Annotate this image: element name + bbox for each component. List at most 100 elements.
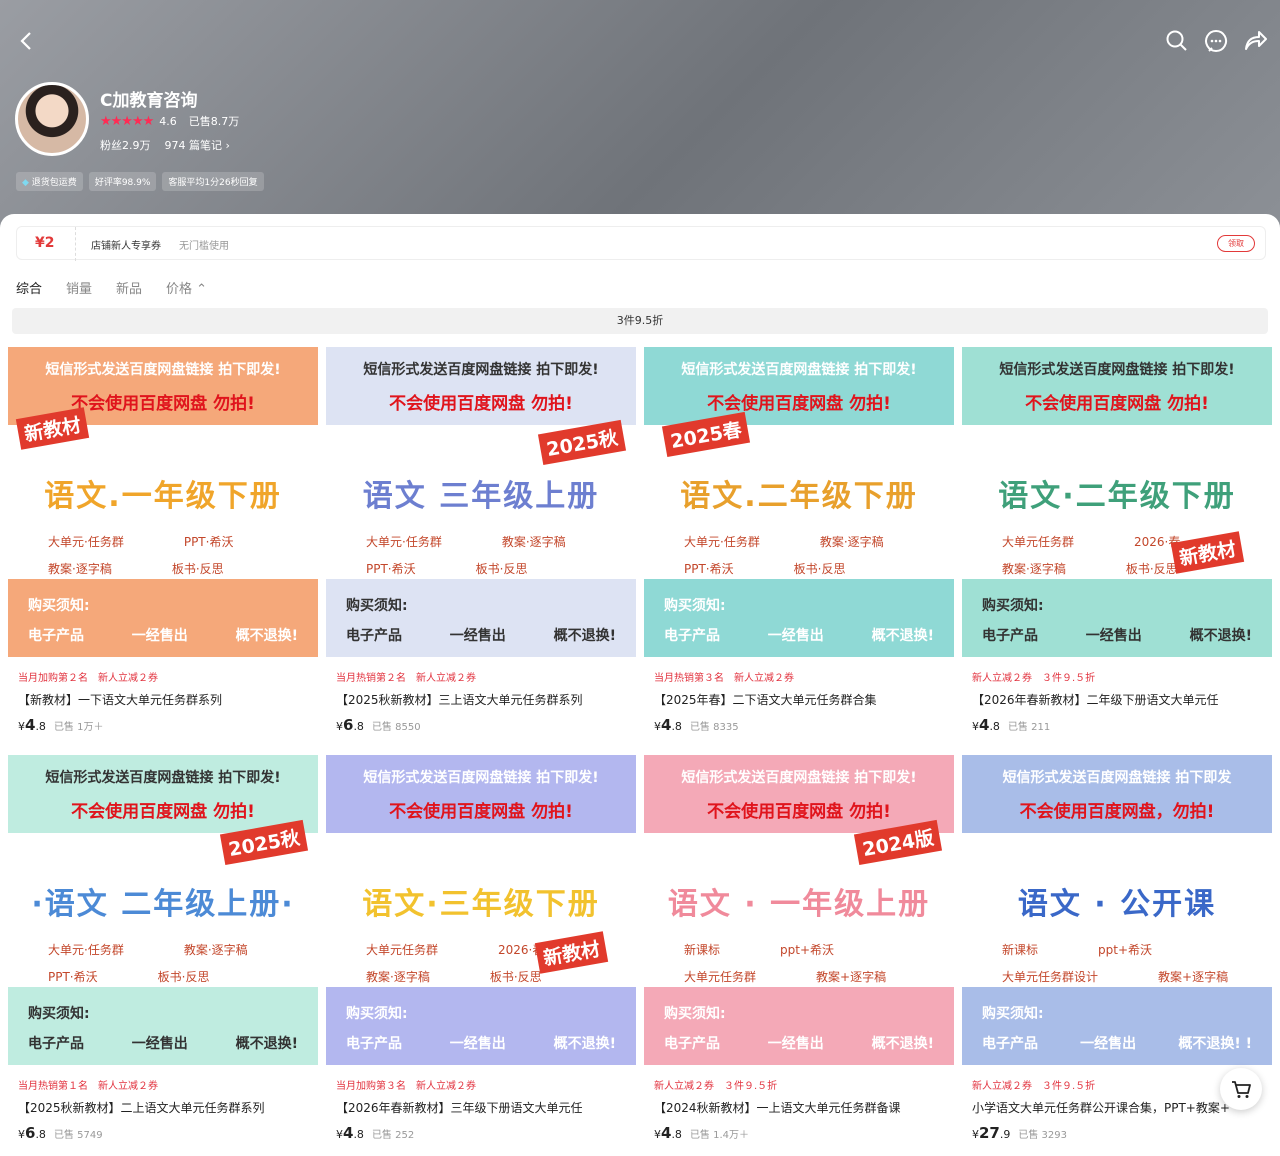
banner-feature: PPT·希沃 [183, 535, 234, 549]
product-sold: 已售 8335 [689, 722, 739, 733]
banner-features: 大单元·任务群 教案·逐字稿 PPT·希沃 板书·反思 [684, 533, 924, 577]
sort-tab-default[interactable]: 综合 [16, 278, 42, 297]
banner-feature: 教案·逐字稿 [183, 943, 248, 957]
product-title[interactable]: 【新教材】一下语文大单元任务群系列 [18, 691, 313, 708]
product-image[interactable]: 短信形式发送百度网盘链接 拍下即发! 不会使用百度网盘 勿拍! 语文.二年级下册… [644, 347, 954, 657]
banner-features: 大单元·任务群 教案·逐字稿 PPT·希沃 板书·反思 [48, 941, 288, 985]
notice-item: 一经售出 [767, 628, 824, 644]
banner-line-2: 不会使用百度网盘 勿拍! [389, 802, 573, 822]
banner-main-title: 语文 · 一年级上册 [667, 887, 931, 922]
banner-feature: 大单元任务群设计 [1002, 970, 1099, 984]
product-badge: 新人立减２券 [734, 673, 794, 684]
shop-name[interactable]: C加教育咨询 [100, 86, 197, 111]
banner-feature: 板书·反思 [489, 970, 542, 984]
banner-feature: 教案+逐字稿 [816, 970, 887, 984]
notice-item: 概不退换! [235, 1036, 298, 1052]
product-badge: 新人立减２券 [654, 1081, 714, 1092]
notice-title: 购买须知: [346, 1006, 408, 1022]
chat-icon[interactable] [1201, 26, 1231, 56]
banner-header: 短信形式发送百度网盘链接 拍下即发! 不会使用百度网盘 勿拍! [8, 755, 318, 833]
product-sold: 已售 3293 [1018, 1130, 1068, 1141]
notice-item: 电子产品 [28, 1036, 84, 1052]
banner-feature: 大单元·任务群 [48, 535, 124, 549]
notice-items: 电子产品 一经售出 概不退换! [346, 625, 616, 645]
badge-service-time: 客服平均1分26秒回复 [162, 172, 264, 191]
notice-item: 电子产品 [346, 1036, 402, 1052]
product-title[interactable]: 【2025秋新教材】二上语文大单元任务群系列 [18, 1099, 313, 1116]
banner-features: 大单元·任务群 PPT·希沃 教案·逐字稿 板书·反思 [48, 533, 288, 577]
product-card[interactable]: 短信形式发送百度网盘链接 拍下即发! 不会使用百度网盘 勿拍! 语文·三年级下册… [326, 755, 636, 1147]
product-image[interactable]: 短信形式发送百度网盘链接 拍下即发! 不会使用百度网盘 勿拍! 语文 · 一年级… [644, 755, 954, 1065]
product-badge: 新人立减２券 [972, 1081, 1032, 1092]
banner-feature: 新课标 [1002, 943, 1039, 957]
notice-item: 电子产品 [664, 628, 720, 644]
banner-feature: 教案·逐字稿 [819, 535, 884, 549]
product-sold: 已售 5749 [53, 1130, 103, 1141]
product-sold: 已售 211 [1007, 722, 1051, 733]
product-card[interactable]: 短信形式发送百度网盘链接 拍下即发! 不会使用百度网盘 勿拍! 语文.二年级下册… [644, 347, 954, 739]
product-image[interactable]: 短信形式发送百度网盘链接 拍下即发! 不会使用百度网盘 勿拍! 语文·二年级下册… [962, 347, 1272, 657]
banner-header: 短信形式发送百度网盘链接 拍下即发! 不会使用百度网盘 勿拍! [326, 755, 636, 833]
sort-tab-price[interactable]: 价格 ⌃ [166, 278, 207, 297]
coupon-amount: ¥2 [35, 235, 55, 251]
coupon-divider [75, 227, 76, 261]
product-card[interactable]: 短信形式发送百度网盘链接 拍下即发! 不会使用百度网盘 勿拍! 语文·二年级下册… [962, 347, 1272, 739]
product-price: ¥4.8 [654, 716, 682, 734]
product-card[interactable]: 短信形式发送百度网盘链接 拍下即发! 不会使用百度网盘 勿拍! 语文 · 一年级… [644, 755, 954, 1147]
product-image[interactable]: 短信形式发送百度网盘链接 拍下即发! 不会使用百度网盘 勿拍! ·语文 二年级上… [8, 755, 318, 1065]
product-card[interactable]: 短信形式发送百度网盘链接 拍下即发! 不会使用百度网盘 勿拍! ·语文 二年级上… [8, 755, 318, 1147]
product-image[interactable]: 短信形式发送百度网盘链接 拍下即发! 不会使用百度网盘 勿拍! 语文.一年级下册… [8, 347, 318, 657]
notice-items: 电子产品 一经售出 概不退换! [982, 625, 1252, 645]
product-card[interactable]: 短信形式发送百度网盘链接 拍下即发! 不会使用百度网盘 勿拍! 语文 三年级上册… [326, 347, 636, 739]
banner-header: 短信形式发送百度网盘链接 拍下即发! 不会使用百度网盘 勿拍! [644, 755, 954, 833]
banner-feature: 大单元·任务群 [684, 535, 760, 549]
banner-line-1: 短信形式发送百度网盘链接 拍下即发! [363, 770, 599, 786]
product-price-row: ¥6.8 已售 5749 [18, 1124, 103, 1142]
banner-line-1: 短信形式发送百度网盘链接 拍下即发 [1002, 770, 1232, 786]
banner-feature: 板书·反思 [171, 562, 224, 576]
claim-coupon-button[interactable]: 领取 [1217, 235, 1255, 252]
product-price-row: ¥27.9 已售 3293 [972, 1124, 1067, 1142]
back-icon[interactable] [12, 26, 42, 56]
coupon-title: 店铺新人专享券 [91, 241, 161, 252]
promo-bar[interactable]: 3件9.5折 [12, 308, 1268, 334]
notice-item: 一经售出 [131, 1036, 188, 1052]
notice-item: 电子产品 [982, 1036, 1038, 1052]
product-title[interactable]: 【2026年春新教材】二年级下册语文大单元任 [972, 691, 1267, 708]
banner-line-1: 短信形式发送百度网盘链接 拍下即发! [999, 362, 1235, 378]
sort-tab-sales[interactable]: 销量 [66, 278, 92, 297]
product-title[interactable]: 【2026年春新教材】三年级下册语文大单元任 [336, 1099, 631, 1116]
notice-item: 概不退换! [1189, 628, 1252, 644]
product-title[interactable]: 【2024秋新教材】一上语文大单元任务群备课 [654, 1099, 949, 1116]
banner-feature: 教案·逐字稿 [501, 535, 566, 549]
banner-feature: ppt+希沃 [780, 943, 835, 957]
product-badges: 当月热销第２名 新人立减２券 [336, 669, 476, 684]
product-badge: ３件９.５折 [1042, 1081, 1096, 1092]
product-title[interactable]: 【2025年春】二下语文大单元任务群合集 [654, 691, 949, 708]
share-icon[interactable] [1240, 26, 1270, 56]
banner-main-title: ·语文 二年级上册· [31, 887, 295, 922]
banner-body: 语文.一年级下册 大单元·任务群 PPT·希沃 教案·逐字稿 板书·反思 [8, 425, 318, 579]
product-badge: 新人立减２券 [972, 673, 1032, 684]
avatar[interactable] [15, 82, 89, 156]
product-badges: 新人立减２券 ３件９.５折 [972, 1077, 1095, 1092]
product-sold: 已售 8550 [371, 722, 421, 733]
banner-feature: 大单元任务群 [1002, 535, 1075, 549]
sort-tab-new[interactable]: 新品 [116, 278, 142, 297]
cart-button[interactable] [1220, 1068, 1262, 1110]
product-image[interactable]: 短信形式发送百度网盘链接 拍下即发! 不会使用百度网盘 勿拍! 语文 三年级上册… [326, 347, 636, 657]
product-image[interactable]: 短信形式发送百度网盘链接 拍下即发 不会使用百度网盘，勿拍! 语文 · 公开课 … [962, 755, 1272, 1065]
notice-items: 电子产品 一经售出 概不退换! [28, 625, 298, 645]
notice-title: 购买须知: [28, 598, 90, 614]
notes-link[interactable]: 974 篇笔记 › [165, 137, 230, 153]
product-card[interactable]: 短信形式发送百度网盘链接 拍下即发! 不会使用百度网盘 勿拍! 语文.一年级下册… [8, 347, 318, 739]
banner-line-1: 短信形式发送百度网盘链接 拍下即发! [45, 770, 281, 786]
sold-count: 已售8.7万 [188, 115, 240, 128]
star-rating-icon: ★★★★★ [100, 113, 154, 129]
product-badges: 当月加购第２名 新人立减２券 [18, 669, 158, 684]
product-title[interactable]: 【2025秋新教材】三上语文大单元任务群系列 [336, 691, 631, 708]
search-icon[interactable] [1162, 26, 1192, 56]
product-badges: 当月热销第３名 新人立减２券 [654, 669, 794, 684]
product-badges: 当月加购第３名 新人立减２券 [336, 1077, 476, 1092]
product-image[interactable]: 短信形式发送百度网盘链接 拍下即发! 不会使用百度网盘 勿拍! 语文·三年级下册… [326, 755, 636, 1065]
